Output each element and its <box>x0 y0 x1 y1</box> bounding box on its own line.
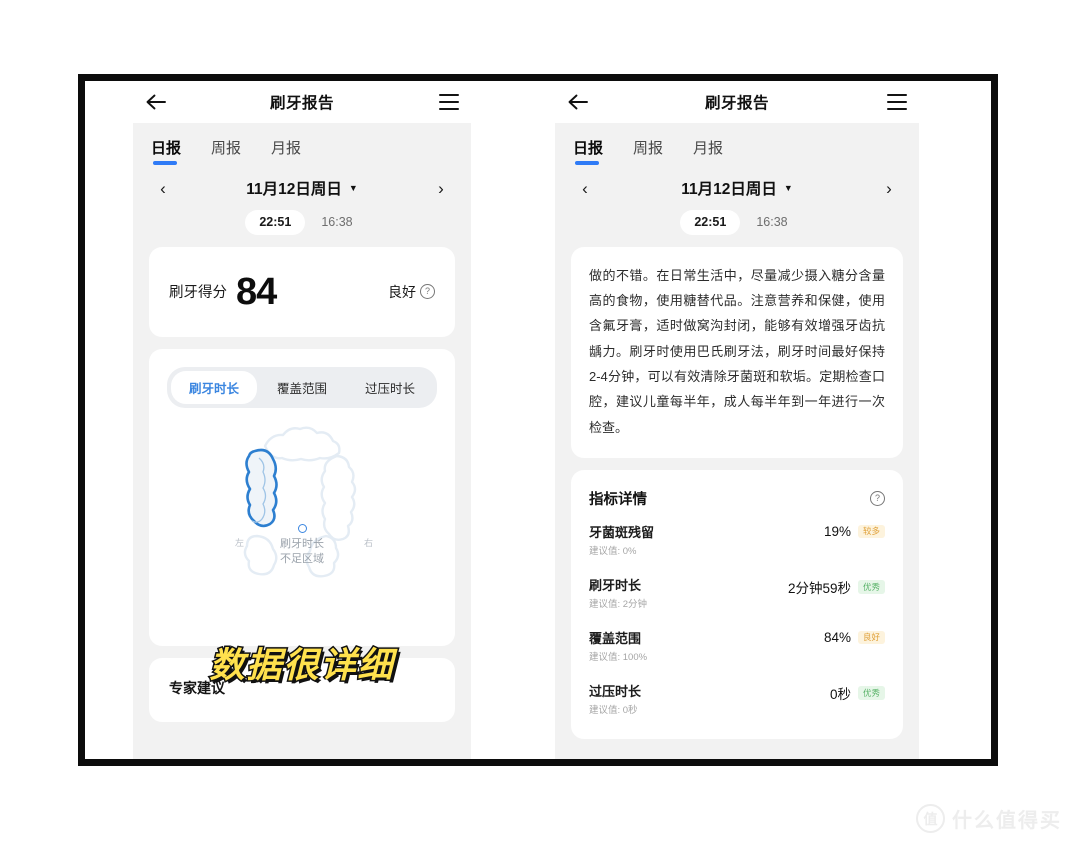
score-rating[interactable]: 良好 ? <box>388 282 435 302</box>
session-pill-1[interactable]: 22:51 <box>680 210 741 235</box>
advice-text-card: 做的不错。在日常生活中，尽量减少摄入糖分含量高的食物，使用糖替代品。注意营养和保… <box>571 246 903 458</box>
segment-brush-duration[interactable]: 刷牙时长 <box>171 370 257 404</box>
metric-value: 19% <box>823 523 851 539</box>
hamburger-menu-icon[interactable] <box>887 94 907 110</box>
session-pill-2[interactable]: 16:38 <box>315 210 358 235</box>
coverage-card: 刷牙时长 覆盖范围 过压时长 左 右 刷牙时长 不足区域 <box>149 348 455 646</box>
hamburger-menu-icon[interactable] <box>439 94 459 110</box>
session-selector: 22:51 16:38 <box>133 201 471 247</box>
metric-recommended: 建议值: 0秒 <box>589 704 638 716</box>
watermark: 值 什么值得买 <box>916 804 1062 833</box>
metric-value: 0秒 <box>829 686 851 702</box>
status-badge: 优秀 <box>857 580 885 594</box>
chevron-down-icon: ▼ <box>783 183 793 193</box>
metric-value: 84% <box>823 629 851 645</box>
metric-recommended: 建议值: 2分钟 <box>589 598 648 610</box>
date-navigator: ‹ 11月12日周日 ▼ › <box>133 171 471 201</box>
metric-detail-card: 指标详情 ? 牙菌斑残留 建议值: 0% 19% 较多 刷牙时长 建议值: 2分… <box>571 469 903 739</box>
page-title: 刷牙报告 <box>704 95 769 112</box>
legend-line-2: 不足区域 <box>280 553 324 566</box>
date-picker[interactable]: 11月12日周日 ▼ <box>681 177 793 199</box>
session-selector: 22:51 16:38 <box>555 201 919 247</box>
phone-panel-right: 刷牙报告 日报 周报 月报 ‹ 11月12日周日 ▼ › 22:51 16:38… <box>555 81 919 759</box>
tab-daily[interactable]: 日报 <box>573 137 603 165</box>
segment-overpressure[interactable]: 过压时长 <box>347 371 433 404</box>
watermark-text: 什么值得买 <box>952 810 1062 832</box>
score-label: 刷牙得分 <box>169 285 227 301</box>
session-pill-1[interactable]: 22:51 <box>245 210 306 235</box>
metric-row[interactable]: 覆盖范围 建议值: 100% 84% 良好 <box>571 619 903 672</box>
date-label: 11月12日周日 <box>681 181 777 198</box>
status-badge: 较多 <box>857 524 885 539</box>
metric-segmented-control: 刷牙时长 覆盖范围 过压时长 <box>149 349 455 408</box>
teeth-diagram[interactable]: 左 右 刷牙时长 不足区域 <box>149 414 455 594</box>
date-picker[interactable]: 11月12日周日 ▼ <box>246 177 358 199</box>
metric-detail-title: 指标详情 <box>589 491 647 508</box>
metric-row[interactable]: 刷牙时长 建议值: 2分钟 2分钟59秒 优秀 <box>571 566 903 619</box>
report-tabs: 日报 周报 月报 <box>555 123 919 171</box>
tab-daily[interactable]: 日报 <box>151 137 181 165</box>
metric-row[interactable]: 过压时长 建议值: 0秒 0秒 优秀 <box>571 672 903 725</box>
metric-recommended: 建议值: 0% <box>589 545 637 557</box>
metric-name: 覆盖范围 <box>589 630 642 646</box>
session-pill-2[interactable]: 16:38 <box>750 210 793 235</box>
next-day-button[interactable]: › <box>433 180 449 197</box>
prev-day-button[interactable]: ‹ <box>577 180 593 197</box>
metric-detail-header: 指标详情 ? <box>571 470 903 513</box>
metric-name: 过压时长 <box>589 683 642 699</box>
date-label: 11月12日周日 <box>246 181 342 198</box>
report-tabs: 日报 周报 月报 <box>133 123 471 171</box>
metric-name: 牙菌斑残留 <box>589 524 655 540</box>
left-navbar: 刷牙报告 <box>133 81 471 123</box>
next-day-button[interactable]: › <box>881 180 897 197</box>
watermark-logo-icon: 值 <box>916 804 945 833</box>
score-rating-label: 良好 <box>388 283 416 300</box>
tab-monthly[interactable]: 月报 <box>693 137 723 165</box>
legend-dot-icon <box>297 523 307 533</box>
right-navbar: 刷牙报告 <box>555 81 919 123</box>
score-card: 刷牙得分 84 良好 ? <box>149 246 455 337</box>
question-circle-icon[interactable]: ? <box>420 284 435 299</box>
metric-recommended: 建议值: 100% <box>589 651 648 663</box>
arrow-left-icon[interactable] <box>567 91 589 113</box>
phone-panel-left: 刷牙报告 日报 周报 月报 ‹ 11月12日周日 ▼ › 22:51 16:38… <box>133 81 471 759</box>
score-value: 84 <box>236 270 277 313</box>
metric-value: 2分钟59秒 <box>787 580 851 596</box>
advice-paragraph: 做的不错。在日常生活中，尽量减少摄入糖分含量高的食物，使用糖替代品。注意营养和保… <box>589 267 885 435</box>
chevron-down-icon: ▼ <box>348 183 358 193</box>
question-circle-icon[interactable]: ? <box>870 490 885 506</box>
prev-day-button[interactable]: ‹ <box>155 180 171 197</box>
status-badge: 优秀 <box>857 686 885 700</box>
arrow-left-icon[interactable] <box>145 91 167 113</box>
status-badge: 良好 <box>857 630 885 645</box>
tab-monthly[interactable]: 月报 <box>271 137 301 165</box>
overlay-caption: 数据很详细 <box>208 645 395 688</box>
metric-name: 刷牙时长 <box>589 577 642 593</box>
diagram-legend: 刷牙时长 不足区域 <box>149 523 455 569</box>
page-title: 刷牙报告 <box>269 95 334 112</box>
segment-coverage[interactable]: 覆盖范围 <box>259 371 345 404</box>
tab-weekly[interactable]: 周报 <box>211 137 241 165</box>
right-scroll-area[interactable]: 日报 周报 月报 ‹ 11月12日周日 ▼ › 22:51 16:38 做的不错… <box>555 123 919 759</box>
screenshot-frame: 刷牙报告 日报 周报 月报 ‹ 11月12日周日 ▼ › 22:51 16:38… <box>78 74 998 766</box>
date-navigator: ‹ 11月12日周日 ▼ › <box>555 171 919 201</box>
legend-line-1: 刷牙时长 <box>280 537 324 550</box>
metric-row[interactable]: 牙菌斑残留 建议值: 0% 19% 较多 <box>571 513 903 566</box>
tab-weekly[interactable]: 周报 <box>633 137 663 165</box>
